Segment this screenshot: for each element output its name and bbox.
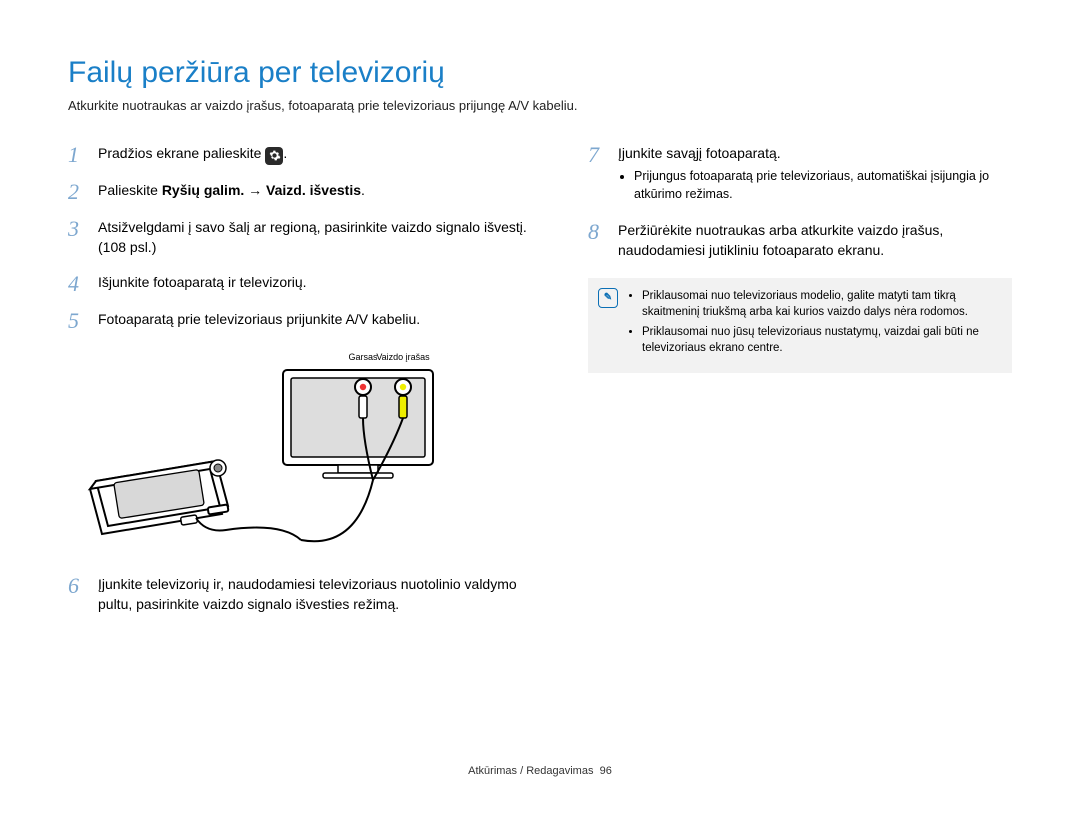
step-number: 6 [68, 574, 86, 615]
step-text: Fotoaparatą prie televizoriaus prijunkit… [98, 309, 548, 332]
step-text-pre: Palieskite [98, 182, 162, 198]
step-text-post: . [283, 145, 287, 161]
note-item: Priklausomai nuo jūsų televizoriaus nust… [642, 324, 998, 356]
step-text: Peržiūrėkite nuotraukas arba atkurkite v… [618, 220, 1012, 261]
step-number: 8 [588, 220, 606, 261]
diagram-label-video: Vaizdo įrašas [376, 352, 430, 362]
step-text: Įjunkite televizorių ir, naudodamiesi te… [98, 574, 548, 615]
step-5: 5 Fotoaparatą prie televizoriaus prijunk… [68, 309, 548, 332]
footer-section: Atkūrimas / Redagavimas [468, 765, 593, 777]
step-3: 3 Atsižvelgdami į savo šalį ar regioną, … [68, 217, 548, 258]
step-text: Įjunkite savąjį fotoaparatą. [618, 143, 1012, 163]
step-number: 1 [68, 143, 86, 166]
note-box: ✎ Priklausomai nuo televizoriaus modelio… [588, 278, 1012, 372]
diagram-label-audio: Garsas [348, 352, 378, 362]
camera-icon [90, 460, 228, 534]
step-number: 3 [68, 217, 86, 258]
right-column: 7 Įjunkite savąjį fotoaparatą. Prijungus… [588, 143, 1012, 628]
step-number: 7 [588, 143, 606, 206]
step-number: 2 [68, 180, 86, 203]
step-8: 8 Peržiūrėkite nuotraukas arba atkurkite… [588, 220, 1012, 261]
step-text-pre: Pradžios ekrane palieskite [98, 145, 265, 161]
step-text: Atsižvelgdami į savo šalį ar regioną, pa… [98, 217, 548, 258]
av-connection-diagram: Garsas Vaizdo įrašas [68, 346, 548, 556]
gear-icon [265, 147, 283, 165]
left-column: 1 Pradžios ekrane palieskite . 2 Paliesk… [68, 143, 548, 628]
step-number: 5 [68, 309, 86, 332]
step-text-bold: Ryšių galim. → Vaizd. išvestis [162, 182, 361, 198]
step-text: Išjunkite fotoaparatą ir televizorių. [98, 272, 548, 295]
step-number: 4 [68, 272, 86, 295]
step-2: 2 Palieskite Ryšių galim. → Vaizd. išves… [68, 180, 548, 203]
tv-icon [283, 370, 433, 478]
step-1: 1 Pradžios ekrane palieskite . [68, 143, 548, 166]
note-icon: ✎ [598, 288, 618, 308]
page-title: Failų peržiūra per televizorių [68, 56, 1012, 90]
step-6: 6 Įjunkite televizorių ir, naudodamiesi … [68, 574, 548, 615]
footer-page: 96 [600, 765, 612, 777]
page-footer: Atkūrimas / Redagavimas 96 [0, 765, 1080, 777]
step-4: 4 Išjunkite fotoaparatą ir televizorių. [68, 272, 548, 295]
page-subtitle: Atkurkite nuotraukas ar vaizdo įrašus, f… [68, 98, 1012, 113]
step-7: 7 Įjunkite savąjį fotoaparatą. Prijungus… [588, 143, 1012, 206]
note-item: Priklausomai nuo televizoriaus modelio, … [642, 288, 998, 320]
step-bullet: Prijungus fotoaparatą prie televizoriaus… [634, 167, 1012, 203]
step-text-post: . [361, 182, 365, 198]
